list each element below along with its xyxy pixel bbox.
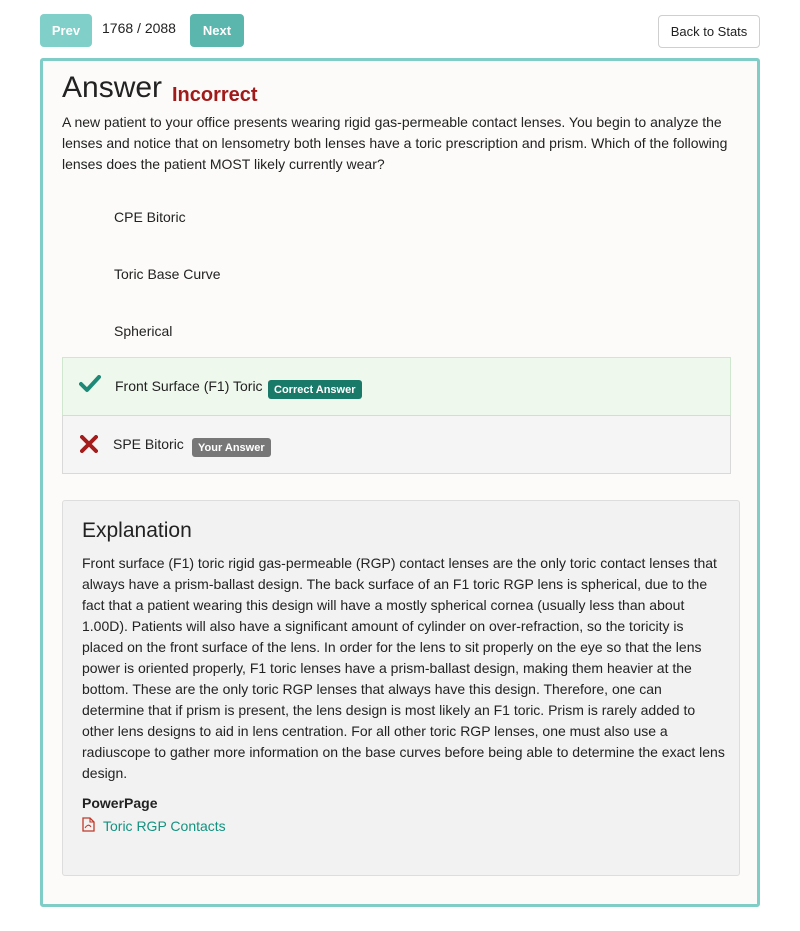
- explanation-text: Front surface (F1) toric rigid gas-perme…: [82, 555, 725, 781]
- powerpage-label: PowerPage: [82, 795, 158, 811]
- your-answer-badge: Your Answer: [192, 438, 271, 457]
- choice-spe-bitoric[interactable]: SPE Bitoric Your Answer: [62, 415, 731, 474]
- explanation-box: Explanation Front surface (F1) toric rig…: [62, 500, 740, 876]
- choice-toric-base-curve[interactable]: Toric Base Curve: [114, 266, 221, 282]
- powerpage-link-label[interactable]: Toric RGP Contacts: [103, 818, 226, 834]
- check-icon: [79, 375, 101, 397]
- choice-front-surface-toric[interactable]: Front Surface (F1) Toric Correct Answer: [62, 357, 731, 416]
- question-text: A new patient to your office presents we…: [62, 114, 728, 172]
- pdf-icon: [82, 817, 95, 835]
- x-icon: [80, 435, 98, 457]
- result-label: Incorrect: [172, 84, 258, 106]
- back-to-stats-button[interactable]: Back to Stats: [658, 15, 760, 48]
- question-counter: 1768 / 2088: [102, 20, 176, 36]
- choice-label: SPE Bitoric: [113, 436, 184, 452]
- explanation-title: Explanation: [82, 519, 192, 542]
- answer-heading: Answer: [62, 71, 163, 104]
- answer-panel: Answer Incorrect A new patient to your o…: [40, 58, 760, 907]
- choice-spherical[interactable]: Spherical: [114, 323, 172, 339]
- powerpage-link[interactable]: Toric RGP Contacts: [82, 817, 226, 835]
- next-button[interactable]: Next: [190, 14, 244, 47]
- correct-answer-badge: Correct Answer: [268, 380, 362, 399]
- prev-button[interactable]: Prev: [40, 14, 92, 47]
- choice-cpe-bitoric[interactable]: CPE Bitoric: [114, 209, 186, 225]
- choice-label: Front Surface (F1) Toric: [115, 378, 263, 394]
- top-navigation-bar: Prev 1768 / 2088 Next Back to Stats: [0, 0, 800, 58]
